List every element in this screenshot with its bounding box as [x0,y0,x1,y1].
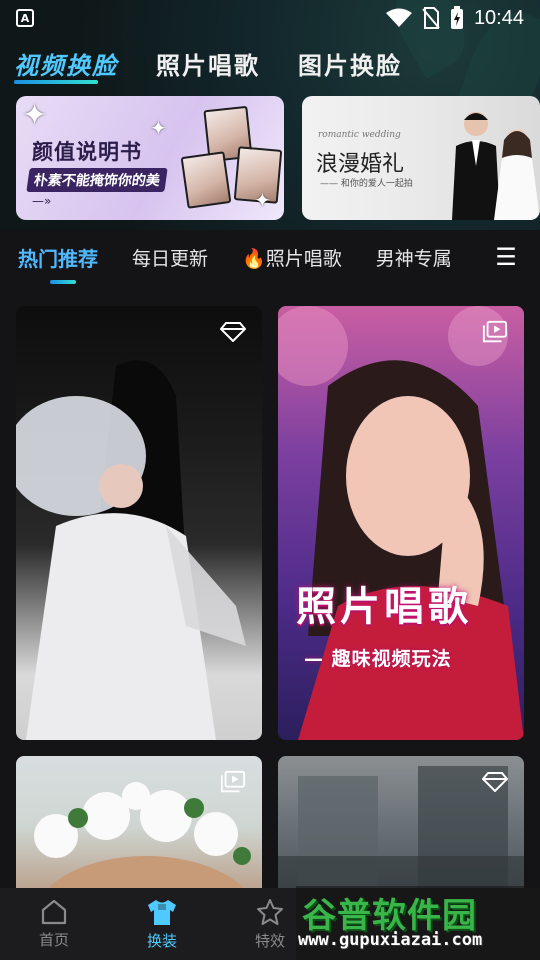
banner-wedding[interactable]: romantic wedding 浪漫婚礼 —— 和你的爱人一起拍 [302,96,540,220]
category-photo-sing[interactable]: 🔥照片唱歌 [242,244,342,271]
nav-dressup[interactable]: 换装 [108,888,216,960]
banner-english-title: romantic wedding [318,130,401,140]
top-tab-bar: 视频换脸 照片唱歌 图片换脸 [14,46,440,81]
card-overlay-subtitle: — 趣味视频玩法 [304,648,452,670]
diamond-icon [482,770,508,794]
video-stack-icon [482,320,508,344]
menu-button[interactable]: ☰ [488,240,524,274]
singer-figure [278,306,524,740]
fire-icon: 🔥 [242,247,266,270]
bride-figure [494,129,540,220]
category-daily[interactable]: 每日更新 [132,244,208,271]
battery-charging-icon [450,6,463,29]
clock: 10:44 [473,6,524,29]
arrow-icon: —» [32,194,52,208]
active-tab-indicator [14,80,98,84]
nav-home[interactable]: 首页 [0,888,108,960]
sparkle-icon: ✦ [254,188,271,212]
category-hot[interactable]: 热门推荐 [18,243,98,272]
tab-image-faceswap[interactable]: 图片换脸 [298,46,402,81]
template-card[interactable]: 照片唱歌 — 趣味视频玩法 [278,306,524,740]
category-tabs: 热门推荐 每日更新 🔥照片唱歌 男神专属 [18,240,540,274]
nav-label: 首页 [38,930,69,949]
portrait-photo [180,151,232,209]
category-label: 照片唱歌 [265,247,342,270]
banner-title: 颜值说明书 [32,140,142,164]
home-icon [41,899,67,924]
template-card[interactable] [278,756,524,896]
hamburger-icon: ☰ [495,243,517,271]
card-overlay-title: 照片唱歌 [296,583,472,630]
status-bar: A 10:44 [0,0,540,36]
banner-subtitle: —— 和你的爱人一起拍 [320,179,413,189]
category-male[interactable]: 男神专属 [376,244,452,271]
nav-label: 特效 [254,931,285,950]
wifi-icon [385,8,412,27]
nav-label: 换装 [146,931,177,950]
diamond-icon [220,320,246,344]
banner-title: 浪漫婚礼 [316,152,405,177]
hanfu-figure [16,360,246,740]
template-card[interactable] [16,306,262,740]
watermark-url: www.gupuxiazai.com [298,930,483,950]
active-category-indicator [50,280,76,284]
template-card[interactable] [16,756,262,896]
tab-photo-sing[interactable]: 照片唱歌 [156,46,260,81]
site-watermark: 谷普软件园 www.gupuxiazai.com [296,886,540,960]
banner-beauty[interactable]: ✦ ✦ 颜值说明书 朴素不能掩饰你的美 —» ✦ [16,96,284,220]
video-stack-icon [220,770,246,794]
app-notification-icon: A [16,9,34,27]
shirt-icon [148,899,176,925]
star-icon [257,898,283,925]
sparkle-icon: ✦ [150,116,167,140]
sparkle-icon: ✦ [22,98,48,133]
no-sim-icon [422,7,440,29]
banner-subtitle: 朴素不能掩饰你的美 [26,168,168,192]
tab-video-faceswap[interactable]: 视频换脸 [14,46,118,81]
